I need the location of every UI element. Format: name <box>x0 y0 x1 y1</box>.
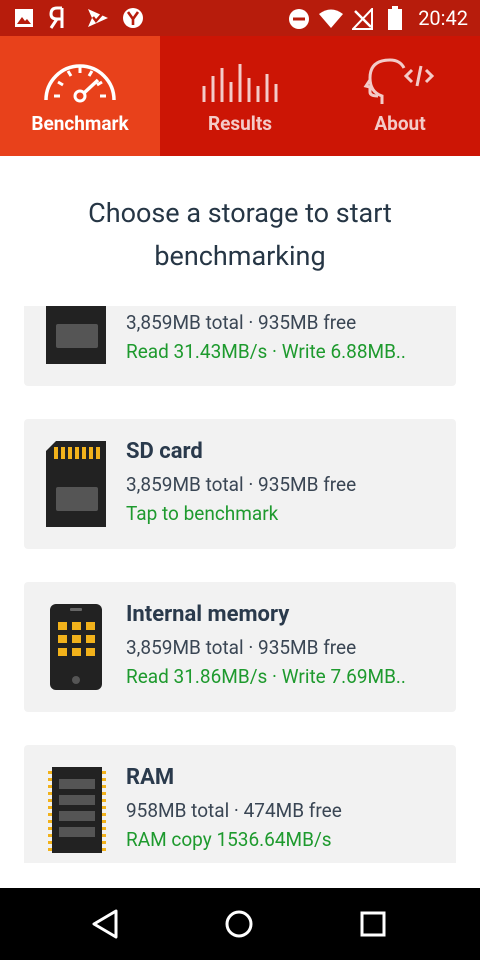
no-signal-icon <box>352 8 373 30</box>
page-heading-line1: Choose a storage to start <box>88 197 392 229</box>
speedometer-icon <box>44 64 116 103</box>
tab-bar: Benchmark Results About <box>0 36 480 156</box>
sd-card-icon <box>46 306 106 364</box>
storage-card-ram[interactable]: RAM 958MB total · 474MB free RAM copy 15… <box>24 745 456 863</box>
sd-card-icon <box>46 441 106 527</box>
image-icon <box>15 9 33 27</box>
storage-info: 3,859MB total · 935MB free <box>126 311 357 334</box>
storage-info: 3,859MB total · 935MB free <box>126 636 357 659</box>
tab-about-label: About <box>374 112 426 135</box>
tab-about[interactable]: About <box>320 36 480 156</box>
storage-status: Tap to benchmark <box>126 502 279 525</box>
storage-name: SD card <box>126 439 203 464</box>
storage-status: RAM copy 1536.64MB/s <box>126 828 332 851</box>
storage-card-internal[interactable]: Internal memory 3,859MB total · 935MB fr… <box>24 582 456 712</box>
battery-icon <box>388 6 402 30</box>
recents-icon[interactable] <box>357 908 389 940</box>
clock-time: 20:42 <box>418 6 468 30</box>
storage-info: 958MB total · 474MB free <box>126 799 342 822</box>
tab-benchmark-label: Benchmark <box>31 112 129 135</box>
storage-card-sd[interactable]: SD card 3,859MB total · 935MB free Tap t… <box>24 419 456 549</box>
status-bar: 20:42 <box>0 0 480 36</box>
yandex-circle-icon <box>123 8 143 28</box>
storage-name: RAM <box>126 765 175 790</box>
home-icon[interactable] <box>223 908 255 940</box>
page-heading: Choose a storage to start benchmarking <box>0 192 480 278</box>
phone-chip-icon <box>50 604 102 690</box>
head-code-icon <box>363 58 435 104</box>
storage-status: Read 31.86MB/s · Write 7.69MB.. <box>126 665 406 688</box>
storage-name: Internal memory <box>126 602 290 627</box>
tab-benchmark[interactable]: Benchmark <box>0 36 160 156</box>
tab-results[interactable]: Results <box>160 36 320 156</box>
storage-info: 3,859MB total · 935MB free <box>126 473 357 496</box>
storage-card-unnamed[interactable]: 3,859MB total · 935MB free Read 31.43MB/… <box>24 306 456 386</box>
ram-stick-icon <box>48 767 106 853</box>
yandex-icon <box>49 6 64 29</box>
check-flag-icon <box>88 9 108 27</box>
storage-status: Read 31.43MB/s · Write 6.88MB.. <box>126 340 406 363</box>
tab-results-label: Results <box>207 112 273 135</box>
wifi-icon <box>319 9 343 28</box>
bars-icon <box>202 64 278 102</box>
do-not-disturb-icon <box>289 9 309 29</box>
system-nav-bar <box>0 888 480 960</box>
page-heading-line2: benchmarking <box>154 240 326 272</box>
storage-list[interactable]: 3,859MB total · 935MB free Read 31.43MB/… <box>0 306 480 863</box>
back-icon[interactable] <box>90 908 122 940</box>
